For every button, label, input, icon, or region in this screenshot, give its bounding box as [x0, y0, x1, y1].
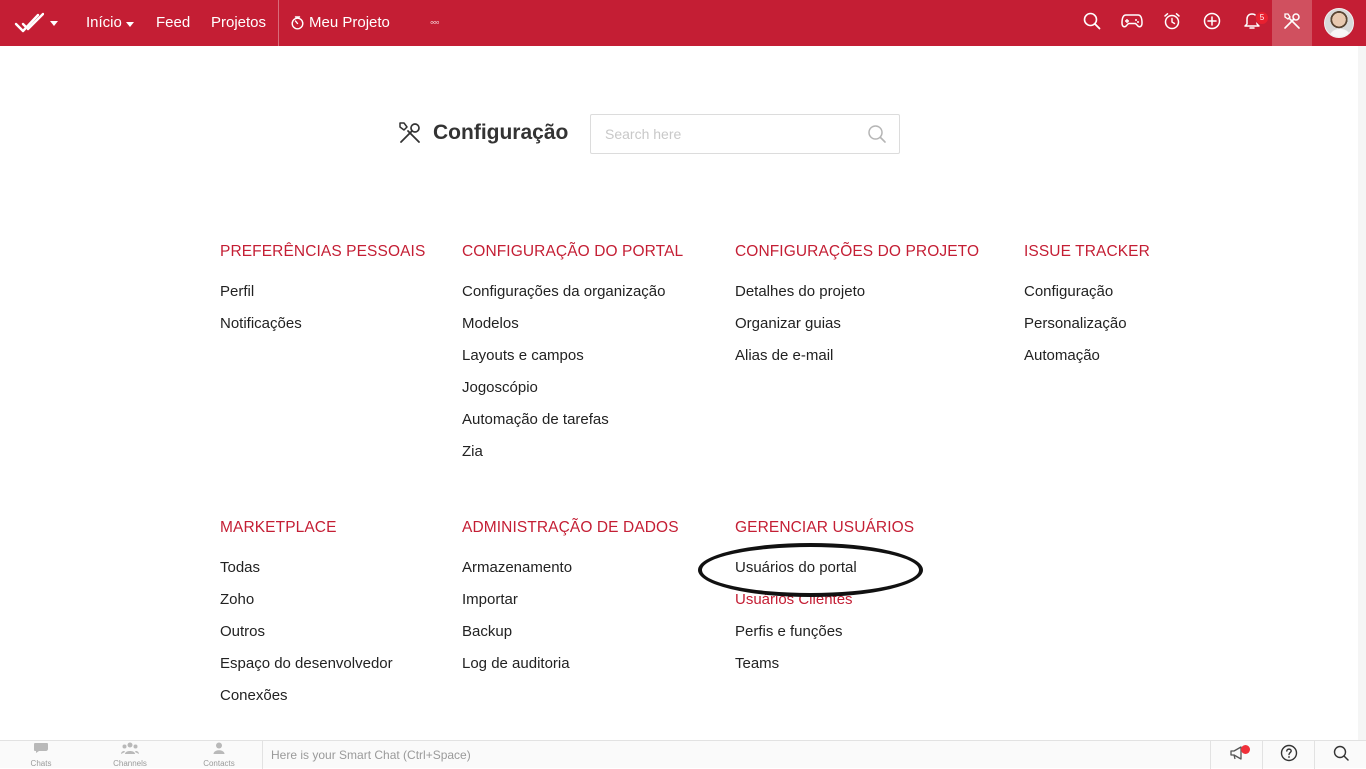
chats-tab-label: Chats: [30, 759, 52, 768]
channels-icon: [121, 741, 139, 759]
notifications-button[interactable]: 5: [1232, 0, 1272, 46]
bottom-chat-bar: Chats Channels Contacts: [0, 740, 1366, 769]
settings-search-box[interactable]: [590, 114, 900, 154]
add-new-button[interactable]: [1192, 0, 1232, 46]
gamepad-icon: [1121, 13, 1143, 34]
section-personal-preferences: PREFERÊNCIAS PESSOAIS Perfil Notificaçõe…: [220, 241, 425, 345]
tools-icon: [1283, 12, 1301, 35]
settings-search-input[interactable]: [605, 123, 855, 145]
nav-meu-projeto-label: Meu Projeto: [309, 14, 390, 31]
section-manage-users: GERENCIAR USUÁRIOS Usuários do portal Us…: [735, 517, 914, 685]
contacts-tab-label: Contacts: [203, 759, 235, 768]
alarm-clock-icon: [1163, 12, 1181, 35]
notification-count-badge: 5: [1255, 11, 1269, 25]
nav-divider: [278, 0, 279, 46]
settings-link-outros[interactable]: Outros: [220, 621, 393, 653]
double-check-logo-icon: [14, 12, 44, 34]
settings-link-organization[interactable]: Configurações da organização: [462, 281, 683, 313]
settings-link-issue-configuration[interactable]: Configuração: [1024, 281, 1150, 313]
settings-link-zia[interactable]: Zia: [462, 441, 683, 473]
nav-meu-projeto[interactable]: Meu Projeto: [291, 0, 390, 46]
section-heading: ADMINISTRAÇÃO DE DADOS: [462, 519, 679, 536]
settings-link-developer-space[interactable]: Espaço do desenvolvedor: [220, 653, 393, 685]
search-button[interactable]: [1072, 0, 1112, 46]
smart-chat-bar[interactable]: [262, 741, 1210, 769]
page-title: Configuração: [433, 121, 569, 144]
settings-button[interactable]: [1272, 0, 1312, 46]
settings-link-notificacoes[interactable]: Notificações: [220, 313, 425, 345]
bottom-search-button[interactable]: [1314, 741, 1366, 769]
chevron-down-icon: [50, 20, 58, 26]
settings-link-perfil[interactable]: Perfil: [220, 281, 425, 313]
tools-icon: [398, 121, 422, 145]
section-project-settings: CONFIGURAÇÕES DO PROJETO Detalhes do pro…: [735, 241, 979, 377]
section-data-administration: ADMINISTRAÇÃO DE DADOS Armazenamento Imp…: [462, 517, 679, 685]
settings-link-client-users[interactable]: Usuários Clientes: [735, 589, 914, 621]
app-logo-menu[interactable]: [14, 10, 62, 36]
timer-icon: [291, 16, 304, 30]
search-icon: [1333, 745, 1349, 766]
section-heading: ISSUE TRACKER: [1024, 243, 1150, 260]
settings-link-import[interactable]: Importar: [462, 589, 679, 621]
section-heading: MARKETPLACE: [220, 519, 337, 536]
more-menu-button[interactable]: ◦◦◦: [430, 0, 440, 46]
settings-link-jogoscopio[interactable]: Jogoscópio: [462, 377, 683, 409]
nav-feed[interactable]: Feed: [156, 0, 190, 46]
contact-icon: [213, 741, 225, 759]
nav-inicio[interactable]: Início: [86, 0, 134, 46]
channels-tab[interactable]: Channels: [100, 741, 160, 769]
nav-inicio-label: Início: [86, 14, 122, 31]
nav-projetos[interactable]: Projetos: [211, 0, 266, 46]
search-icon: [1083, 12, 1101, 35]
settings-link-audit-log[interactable]: Log de auditoria: [462, 653, 679, 685]
settings-link-profiles-roles[interactable]: Perfis e funções: [735, 621, 914, 653]
section-heading: CONFIGURAÇÃO DO PORTAL: [462, 243, 684, 260]
avatar[interactable]: [1324, 8, 1354, 38]
section-heading: PREFERÊNCIAS PESSOAIS: [220, 243, 426, 260]
gamification-button[interactable]: [1112, 0, 1152, 46]
smart-chat-input[interactable]: [271, 745, 1171, 765]
settings-link-task-automation[interactable]: Automação de tarefas: [462, 409, 683, 441]
help-icon: [1280, 744, 1298, 767]
add-circle-icon: [1203, 12, 1221, 35]
unread-dot: [1241, 745, 1250, 754]
section-marketplace: MARKETPLACE Todas Zoho Outros Espaço do …: [220, 517, 393, 717]
section-heading: GERENCIAR USUÁRIOS: [735, 519, 915, 536]
settings-link-zoho[interactable]: Zoho: [220, 589, 393, 621]
help-button[interactable]: [1262, 741, 1314, 769]
vertical-scrollbar[interactable]: [1358, 46, 1366, 740]
section-heading: CONFIGURAÇÕES DO PROJETO: [735, 243, 980, 260]
contacts-tab[interactable]: Contacts: [189, 741, 249, 769]
search-icon[interactable]: [867, 124, 887, 149]
top-navigation-bar: Início Feed Projetos Meu Projeto ◦◦◦ 5: [0, 0, 1366, 46]
settings-link-todas[interactable]: Todas: [220, 557, 393, 589]
reminders-button[interactable]: [1152, 0, 1192, 46]
chevron-down-icon: [125, 22, 134, 27]
settings-link-storage[interactable]: Armazenamento: [462, 557, 679, 589]
settings-link-modelos[interactable]: Modelos: [462, 313, 683, 345]
settings-link-backup[interactable]: Backup: [462, 621, 679, 653]
channels-tab-label: Channels: [113, 759, 147, 768]
chat-bubble-icon: [33, 741, 49, 759]
settings-link-organize-tabs[interactable]: Organizar guias: [735, 313, 979, 345]
settings-link-project-details[interactable]: Detalhes do projeto: [735, 281, 979, 313]
settings-link-email-alias[interactable]: Alias de e-mail: [735, 345, 979, 377]
settings-link-portal-users[interactable]: Usuários do portal: [735, 557, 914, 589]
settings-link-conexoes[interactable]: Conexões: [220, 685, 393, 717]
settings-link-teams[interactable]: Teams: [735, 653, 914, 685]
settings-link-layouts[interactable]: Layouts e campos: [462, 345, 683, 377]
announcements-button[interactable]: [1210, 741, 1262, 769]
settings-link-issue-automation[interactable]: Automação: [1024, 345, 1150, 377]
section-issue-tracker: ISSUE TRACKER Configuração Personalizaçã…: [1024, 241, 1150, 377]
section-portal-configuration: CONFIGURAÇÃO DO PORTAL Configurações da …: [462, 241, 683, 473]
settings-link-issue-customization[interactable]: Personalização: [1024, 313, 1150, 345]
page-header: Configuração: [398, 116, 568, 150]
chats-tab[interactable]: Chats: [11, 741, 71, 769]
